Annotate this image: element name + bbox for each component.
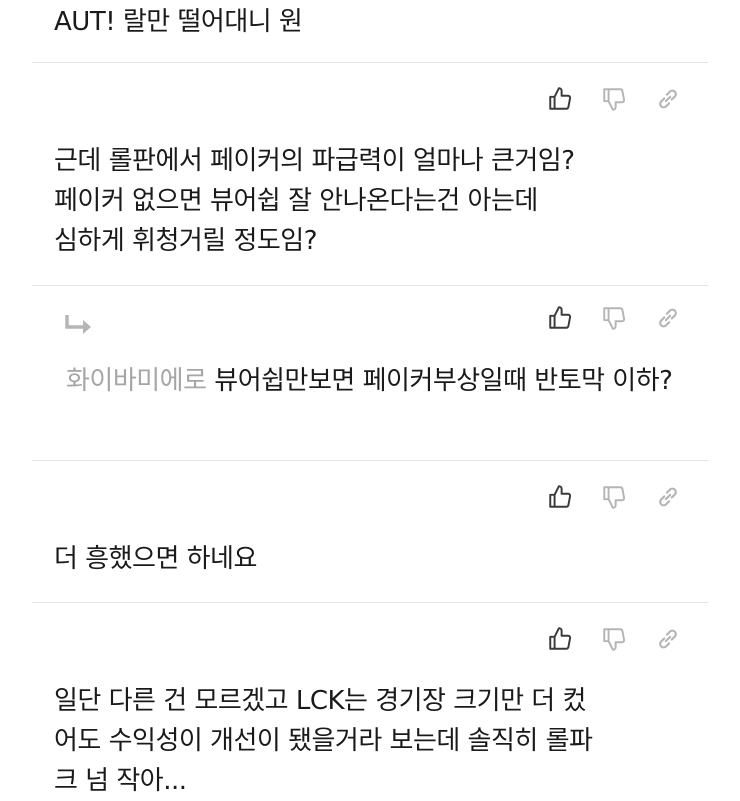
thumbs-up-icon (549, 306, 572, 329)
comment-item: 근데 롤판에서 페이커의 파급력이 얼마나 큰거임? 페이커 없으면 뷰어쉽 잘… (32, 63, 708, 285)
dislike-button[interactable] (600, 483, 628, 511)
comment-actions (546, 85, 682, 113)
comment-text: 더 흥했으면 하네요 (54, 544, 257, 574)
thumbs-up-icon (549, 627, 572, 650)
like-button[interactable] (546, 85, 574, 113)
like-button[interactable] (546, 304, 574, 332)
comment-item: 더 흥했으면 하네요 (32, 461, 708, 602)
thumbs-down-icon (603, 486, 626, 509)
link-button[interactable] (654, 625, 682, 653)
thumbs-up-icon (549, 485, 572, 508)
comment-text: 일단 다른 건 모르겠고 LCK는 경기장 크기만 더 컸 어도 수익성이 개선… (54, 686, 593, 796)
comment-text: AUT! 랄만 떨어대니 원 (54, 7, 303, 37)
link-button[interactable] (654, 483, 682, 511)
comment-item: 일단 다른 건 모르겠고 LCK는 경기장 크기만 더 컸 어도 수익성이 개선… (32, 603, 708, 801)
link-icon (659, 487, 677, 507)
like-button[interactable] (546, 483, 574, 511)
reply-comment-item: 화이바미에로 뷰어쉽만보면 페이커부상일때 반토막 이하? (32, 286, 708, 460)
reply-arrow-icon (65, 315, 91, 334)
thumbs-up-icon (549, 87, 572, 110)
dislike-button[interactable] (600, 304, 628, 332)
link-button[interactable] (654, 85, 682, 113)
thumbs-down-icon (603, 307, 626, 330)
reply-body: 뷰어쉽만보면 페이커부상일때 반토막 이하? (206, 366, 673, 396)
thumbs-down-icon (603, 88, 626, 111)
mention-username[interactable]: 화이바미에로 (66, 366, 207, 396)
dislike-button[interactable] (600, 625, 628, 653)
like-button[interactable] (546, 625, 574, 653)
link-icon (659, 308, 677, 328)
dislike-button[interactable] (600, 85, 628, 113)
link-icon (659, 89, 677, 109)
comment-text: 근데 롤판에서 페이커의 파급력이 얼마나 큰거임? 페이커 없으면 뷰어쉽 잘… (54, 146, 575, 256)
comment-text: 화이바미에로 뷰어쉽만보면 페이커부상일때 반토막 이하? (66, 361, 686, 401)
link-button[interactable] (654, 304, 682, 332)
comment-actions (546, 625, 682, 653)
comment-actions (546, 483, 682, 511)
link-icon (659, 629, 677, 649)
thumbs-down-icon (603, 628, 626, 651)
comment-item: AUT! 랄만 떨어대니 원 (32, 0, 708, 62)
comment-actions (546, 304, 682, 332)
